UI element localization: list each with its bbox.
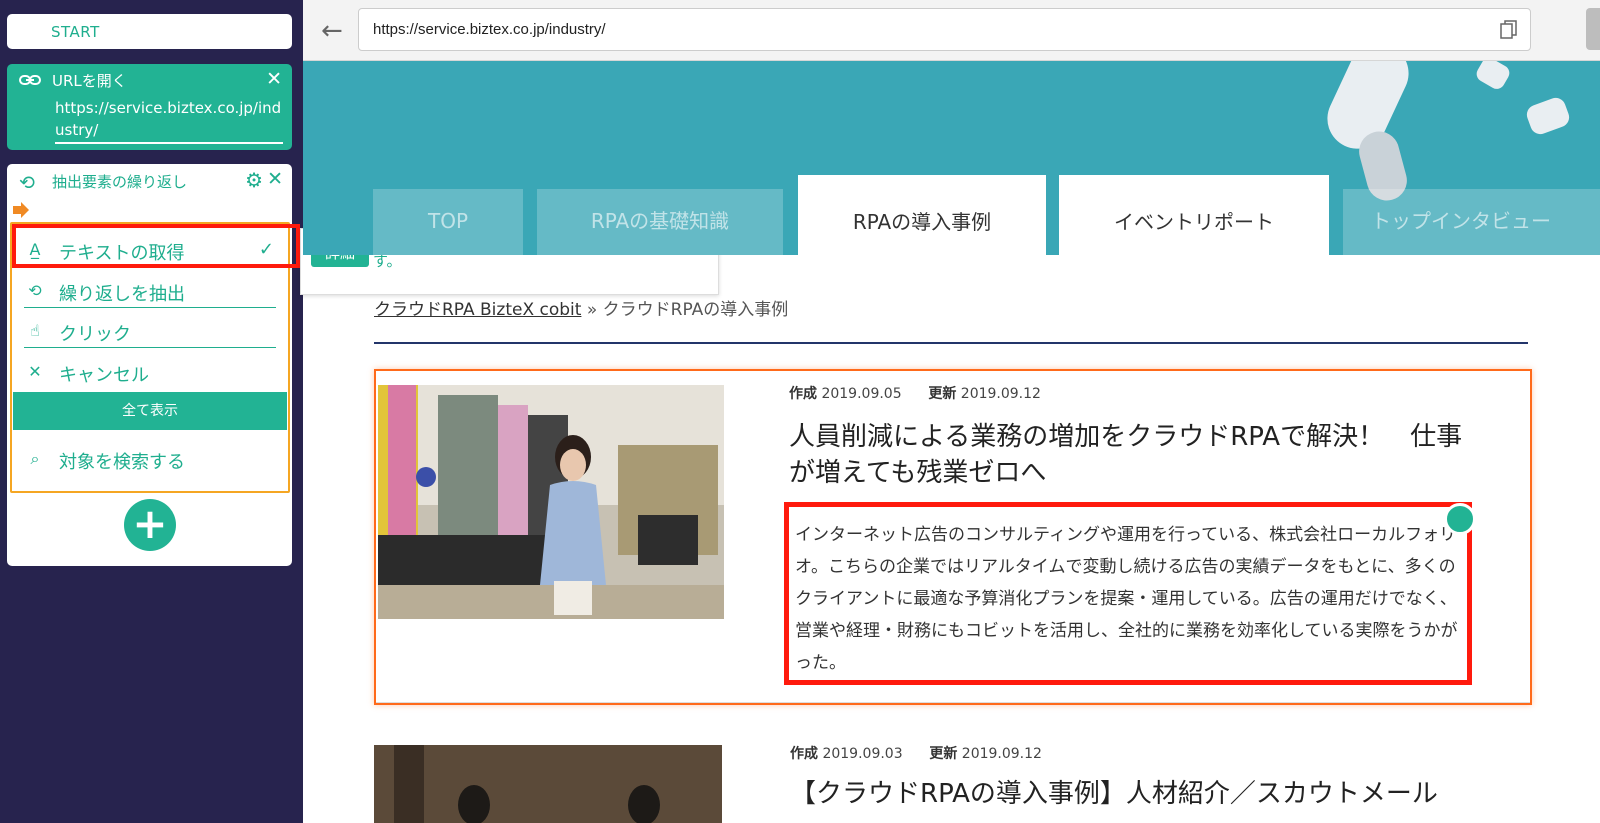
close-icon[interactable]: ✕ bbox=[267, 168, 283, 190]
created-date: 2019.09.03 bbox=[822, 746, 903, 762]
article-title[interactable]: 人員削減による業務の増加をクラウドRPAで解決！ 仕事が増えても残業ゼロへ bbox=[789, 419, 1479, 491]
created-label: 作成 bbox=[789, 386, 817, 402]
browser-toolbar: ← https://service.biztex.co.jp/industry/ bbox=[303, 0, 1600, 61]
start-label: START bbox=[51, 23, 100, 41]
back-arrow-icon[interactable]: ← bbox=[321, 16, 343, 46]
robot-hand-illustration bbox=[1524, 95, 1572, 137]
link-icon bbox=[19, 75, 41, 85]
menu-item-extract-loop[interactable]: ⟲ 繰り返しを抽出 bbox=[24, 274, 276, 308]
menu-item-click[interactable]: ☝ クリック bbox=[24, 314, 276, 348]
flow-panel: START URLを開く ✕ https://service.biztex.co… bbox=[0, 0, 303, 823]
article-dates: 作成 2019.09.05 更新 2019.09.12 bbox=[789, 383, 1041, 403]
show-all-button[interactable]: 全て表示 bbox=[13, 392, 287, 430]
selection-marker bbox=[1444, 503, 1476, 535]
updated-label: 更新 bbox=[929, 746, 958, 762]
tab-rpa-basics[interactable]: RPAの基礎知識 bbox=[537, 189, 783, 255]
menu-item-label: 繰り返しを抽出 bbox=[59, 284, 185, 305]
menu-item-label: 対象を検索する bbox=[59, 452, 185, 473]
article-title[interactable]: 【クラウドRPAの導入事例】人材紹介／スカウトメール bbox=[790, 776, 1490, 812]
hand-pointer-icon: ☝ bbox=[30, 321, 40, 340]
created-date: 2019.09.05 bbox=[821, 386, 902, 402]
loop-title: 抽出要素の繰り返し bbox=[52, 173, 188, 191]
close-icon: ✕ bbox=[28, 362, 42, 381]
menu-item-label: キャンセル bbox=[59, 365, 149, 386]
address-bar[interactable]: https://service.biztex.co.jp/industry/ bbox=[358, 8, 1531, 51]
breadcrumb-current: クラウドRPAの導入事例 bbox=[602, 300, 789, 320]
updated-date: 2019.09.12 bbox=[960, 386, 1041, 402]
created-label: 作成 bbox=[790, 746, 818, 762]
menu-item-label: クリック bbox=[59, 324, 131, 345]
url-field[interactable]: https://service.biztex.co.jp/industry/ bbox=[55, 97, 283, 144]
menu-item-search-target[interactable]: ⌕ 対象を検索する bbox=[24, 442, 276, 476]
copy-icon[interactable] bbox=[1500, 20, 1518, 40]
highlight-box bbox=[12, 224, 300, 268]
article-photo[interactable] bbox=[378, 385, 724, 619]
close-icon[interactable]: ✕ bbox=[266, 68, 282, 90]
tab-top-interview[interactable]: トップインタビュー bbox=[1343, 189, 1600, 255]
open-url-step[interactable]: URLを開く ✕ https://service.biztex.co.jp/in… bbox=[7, 64, 292, 150]
scrollbar[interactable] bbox=[1586, 8, 1600, 50]
tab-top[interactable]: TOP bbox=[373, 189, 523, 255]
updated-label: 更新 bbox=[928, 386, 957, 402]
menu-item-cancel[interactable]: ✕ キャンセル bbox=[24, 355, 276, 389]
search-icon: ⌕ bbox=[30, 449, 40, 468]
divider bbox=[374, 342, 1528, 344]
gear-icon[interactable]: ⚙ bbox=[245, 168, 263, 192]
breadcrumb-link[interactable]: クラウドRPA BizteX cobit bbox=[374, 300, 581, 320]
divider bbox=[376, 702, 1530, 703]
tab-rpa-cases[interactable]: RPAの導入事例 bbox=[798, 175, 1046, 255]
loop-icon: ⟲ bbox=[19, 172, 35, 194]
article-dates: 作成 2019.09.03 更新 2019.09.12 bbox=[790, 743, 1042, 763]
open-url-title: URLを開く bbox=[52, 72, 127, 90]
breadcrumb: クラウドRPA BizteX cobit » クラウドRPAの導入事例 bbox=[374, 295, 788, 320]
robot-hand-illustration bbox=[1473, 61, 1513, 92]
breadcrumb-separator: » bbox=[586, 300, 598, 320]
site-hero: TOP RPAの基礎知識 RPAの導入事例 イベントリポート トップインタビュー bbox=[303, 61, 1600, 255]
add-step-button[interactable]: + bbox=[124, 499, 176, 551]
highlight-box bbox=[784, 502, 1472, 685]
start-step[interactable]: START bbox=[7, 14, 292, 49]
loop-icon: ⟲ bbox=[28, 281, 42, 300]
updated-date: 2019.09.12 bbox=[961, 746, 1042, 762]
arrow-right-icon bbox=[13, 202, 29, 218]
article-photo[interactable] bbox=[374, 745, 722, 823]
tab-event-report[interactable]: イベントリポート bbox=[1059, 175, 1329, 255]
